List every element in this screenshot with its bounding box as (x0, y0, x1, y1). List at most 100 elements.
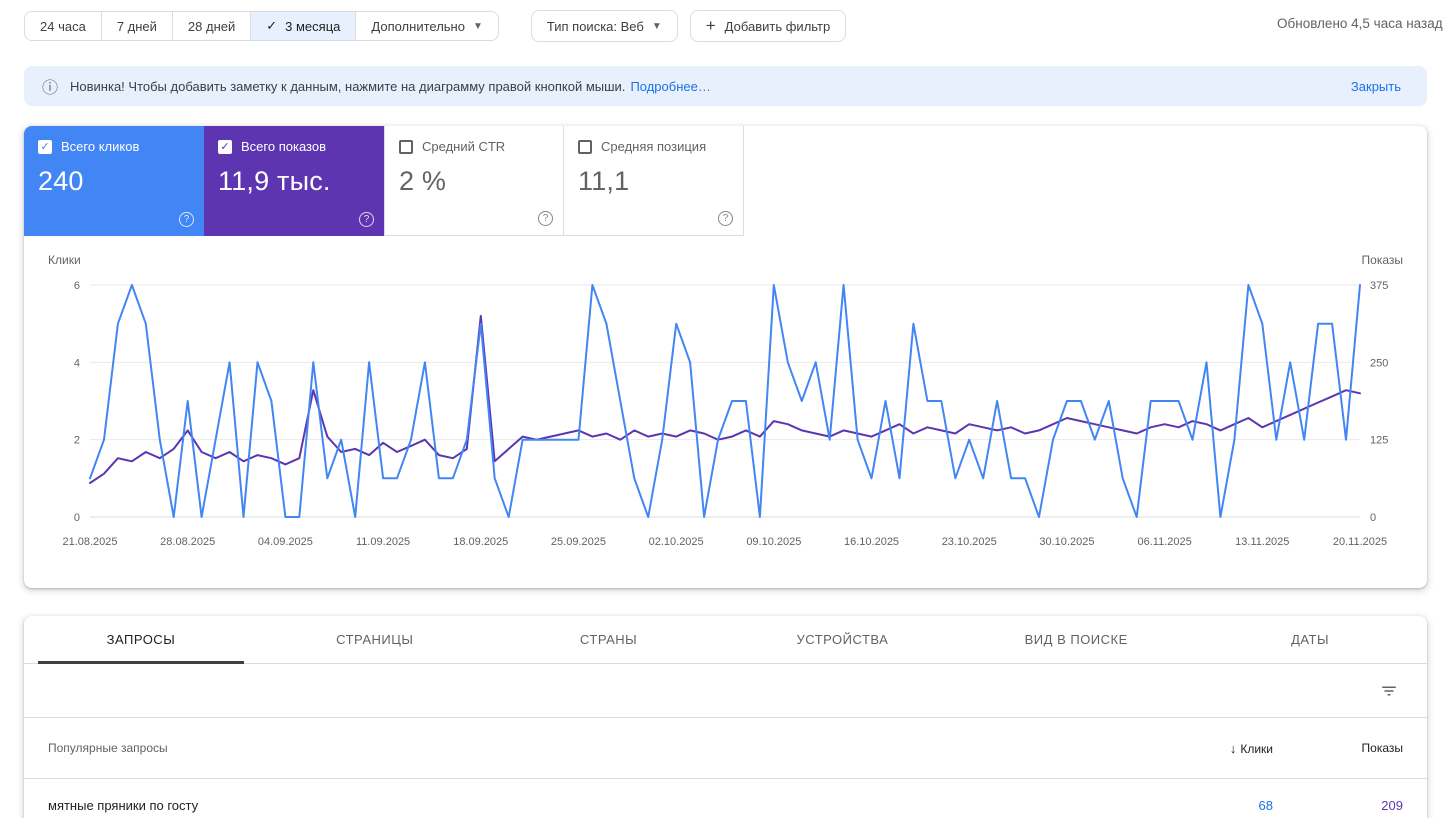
svg-text:25.09.2025: 25.09.2025 (551, 536, 606, 548)
svg-text:02.10.2025: 02.10.2025 (649, 536, 704, 548)
impressions-column-header[interactable]: Показы (1273, 741, 1403, 755)
tab-dates[interactable]: ДАТЫ (1193, 616, 1427, 663)
svg-text:13.11.2025: 13.11.2025 (1235, 536, 1289, 548)
metric-value: 2 % (399, 166, 447, 196)
svg-text:20.11.2025: 20.11.2025 (1333, 536, 1387, 548)
tab-label: СТРАНИЦЫ (336, 632, 414, 647)
chevron-down-icon: ▼ (472, 20, 483, 32)
table-row[interactable]: мятные пряники по госту 68 209 (24, 779, 1427, 818)
metric-value: 11,1 (578, 166, 630, 196)
metric-tile-header: Средний CTR (399, 139, 549, 154)
plus-icon: + (705, 16, 716, 35)
check-icon: ✓ (40, 141, 50, 153)
tab-label: ЗАПРОСЫ (106, 632, 176, 647)
metric-tile-average-ctr[interactable]: Средний CTR 2 % ? (384, 126, 564, 236)
sort-descending-icon: ↓ (1229, 740, 1237, 756)
search-type-dropdown[interactable]: Тип поиска: Веб ▼ (530, 10, 678, 42)
svg-text:30.10.2025: 30.10.2025 (1039, 536, 1094, 548)
tab-label: ВИД В ПОИСКЕ (1024, 632, 1128, 647)
metric-value: 240 (38, 166, 84, 196)
svg-text:375: 375 (1370, 280, 1388, 292)
svg-text:250: 250 (1370, 357, 1388, 369)
svg-text:2: 2 (74, 435, 80, 447)
svg-text:16.10.2025: 16.10.2025 (844, 536, 899, 548)
add-filter-label: Добавить фильтр (724, 18, 831, 34)
check-icon: ✓ (220, 141, 230, 153)
metric-tile-header: ✓ Всего показов (218, 139, 370, 154)
metric-tile-header: Средняя позиция (578, 139, 729, 154)
metric-tile-total-impressions[interactable]: ✓ Всего показов 11,9 тыс. ? (204, 126, 384, 236)
clicks-column-header[interactable]: ↓ Клики (1143, 741, 1273, 756)
metric-label: Средняя позиция (601, 139, 707, 154)
svg-text:04.09.2025: 04.09.2025 (258, 536, 313, 548)
svg-text:125: 125 (1370, 435, 1388, 447)
date-range-label: 3 месяца (285, 18, 341, 34)
date-range-24h[interactable]: 24 часа (25, 12, 102, 40)
performance-chart-card: ✓ Всего кликов 240 ? ✓ Всего показов 11,… (24, 126, 1427, 588)
impressions-cell: 209 (1381, 798, 1403, 813)
metric-tile-total-clicks[interactable]: ✓ Всего кликов 240 ? (24, 126, 204, 236)
banner-close-button[interactable]: Закрыть (1343, 79, 1409, 94)
help-icon[interactable]: ? (718, 211, 733, 226)
tab-label: СТРАНЫ (579, 632, 638, 647)
metric-value: 11,9 тыс. (218, 166, 331, 196)
banner-text: Новинка! Чтобы добавить заметку к данным… (70, 78, 626, 94)
tab-label: ДАТЫ (1291, 632, 1330, 647)
clicks-impressions-chart[interactable]: 0 2 4 6 0 125 250 375 21.08.2025 28.08.2025 04.09.… (48, 269, 1403, 569)
tab-devices[interactable]: УСТРОЙСТВА (725, 616, 959, 663)
new-feature-banner: ⓘ Новинка! Чтобы добавить заметку к данн… (24, 66, 1427, 106)
svg-text:0: 0 (1370, 512, 1376, 524)
toolbar: 24 часа 7 дней 28 дней ✓ 3 месяца Дополн… (0, 0, 1451, 44)
metric-label: Средний CTR (422, 139, 506, 154)
svg-text:23.10.2025: 23.10.2025 (942, 536, 997, 548)
tab-pages[interactable]: СТРАНИЦЫ (258, 616, 492, 663)
metric-checkbox[interactable] (578, 139, 592, 154)
clicks-cell: 68 (1258, 798, 1273, 813)
date-range-3m[interactable]: ✓ 3 месяца (251, 12, 357, 40)
metric-label: Всего кликов (61, 139, 140, 154)
add-filter-button[interactable]: + Добавить фильтр (689, 10, 847, 42)
right-axis-title: Показы (1361, 253, 1403, 267)
tab-label: УСТРОЙСТВА (796, 632, 889, 647)
table-filter-row (24, 664, 1427, 718)
tab-countries[interactable]: СТРАНЫ (492, 616, 726, 663)
metric-tile-average-position[interactable]: Средняя позиция 11,1 ? (564, 126, 744, 236)
chevron-down-icon: ▼ (651, 20, 662, 32)
query-cell: мятные пряники по госту (48, 798, 199, 813)
metric-checkbox[interactable]: ✓ (38, 139, 52, 154)
tab-queries[interactable]: ЗАПРОСЫ (24, 616, 258, 664)
help-icon[interactable]: ? (179, 212, 194, 227)
help-icon[interactable]: ? (359, 212, 374, 227)
date-range-label: 28 дней (187, 18, 236, 34)
svg-text:11.09.2025: 11.09.2025 (356, 536, 410, 548)
last-updated-text: Обновлено 4,5 часа назад (1277, 16, 1443, 31)
table-header: Популярные запросы ↓ Клики Показы (24, 718, 1427, 779)
svg-text:6: 6 (74, 280, 80, 292)
search-console-performance-page: 24 часа 7 дней 28 дней ✓ 3 месяца Дополн… (0, 0, 1451, 818)
dimension-column-header: Популярные запросы (48, 741, 168, 755)
svg-text:09.10.2025: 09.10.2025 (746, 536, 801, 548)
search-type-label: Тип поиска: Веб (546, 18, 644, 34)
date-range-28d[interactable]: 28 дней (173, 12, 252, 40)
check-icon: ✓ (266, 18, 278, 33)
clicks-header-label: Клики (1240, 741, 1273, 756)
date-range-label: 24 часа (40, 18, 86, 34)
left-axis-title: Клики (48, 253, 81, 267)
filter-icon[interactable] (1375, 677, 1403, 705)
dimension-tabs: ЗАПРОСЫ СТРАНИЦЫ СТРАНЫ УСТРОЙСТВА ВИД В… (24, 616, 1427, 664)
date-range-label: 7 дней (116, 18, 157, 34)
dimensions-table-card: ЗАПРОСЫ СТРАНИЦЫ СТРАНЫ УСТРОЙСТВА ВИД В… (24, 616, 1427, 818)
tab-search-appearance[interactable]: ВИД В ПОИСКЕ (959, 616, 1193, 663)
chart-axis-labels: Клики Показы (24, 236, 1427, 267)
date-range-7d[interactable]: 7 дней (102, 12, 173, 40)
svg-text:0: 0 (74, 512, 80, 524)
date-range-more-button[interactable]: Дополнительно ▼ (356, 12, 497, 40)
help-icon[interactable]: ? (538, 211, 553, 226)
date-range-selector: 24 часа 7 дней 28 дней ✓ 3 месяца Дополн… (24, 11, 499, 41)
metric-checkbox[interactable]: ✓ (218, 139, 232, 154)
metric-label: Всего показов (241, 139, 326, 154)
info-icon: ⓘ (42, 80, 59, 97)
svg-text:06.11.2025: 06.11.2025 (1137, 536, 1191, 548)
learn-more-link[interactable]: Подробнее… (630, 79, 710, 94)
metric-checkbox[interactable] (399, 139, 413, 154)
